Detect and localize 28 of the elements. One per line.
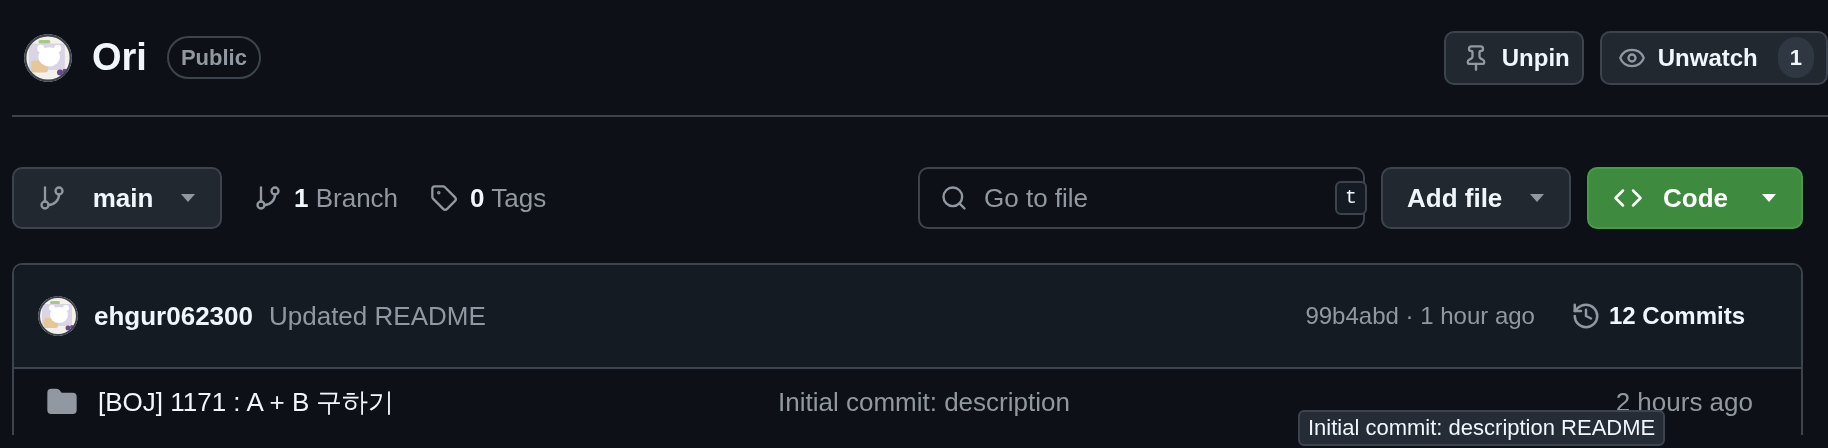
unpin-button[interactable]: Unpin (1443, 30, 1584, 85)
commit-hash-time[interactable]: 99b4abd · 1 hour ago (1305, 298, 1535, 334)
tag-count-link[interactable]: 0 Tags (430, 178, 547, 218)
add-file-button[interactable]: Add file (1381, 167, 1571, 229)
repo-name[interactable]: Ori (92, 29, 147, 86)
branch-selector[interactable]: main (12, 167, 222, 229)
tag-count: 0 Tags (470, 181, 547, 215)
visibility-label: Public (166, 36, 261, 79)
caret-icon (1529, 193, 1545, 203)
commits-link[interactable]: 12 Commits (1570, 298, 1745, 334)
commit-author[interactable]: ehgur062300 (94, 296, 253, 336)
branch-count-link[interactable]: 1 Branch (254, 178, 399, 218)
search-icon (940, 184, 968, 212)
search-field[interactable]: Go to file t (918, 167, 1365, 229)
code-button[interactable]: Code (1587, 167, 1803, 229)
watch-button[interactable]: Unwatch 1 (1599, 30, 1828, 85)
search-input[interactable]: Go to file (984, 178, 1319, 218)
tag-icon (430, 184, 459, 212)
tooltip: Initial commit: description README (1298, 410, 1666, 446)
shortcut-key: t (1335, 181, 1367, 215)
watch-count: 1 (1777, 37, 1814, 78)
caret-icon (180, 193, 196, 203)
branch-count: 1 Branch (294, 181, 399, 215)
caret-icon (1761, 193, 1777, 203)
commit-message[interactable]: Updated README (269, 296, 486, 336)
branch-icon (254, 184, 282, 212)
branch-icon (38, 184, 66, 212)
file-name[interactable]: [BOJ] 1171 : A + B 구하기 (98, 382, 395, 422)
